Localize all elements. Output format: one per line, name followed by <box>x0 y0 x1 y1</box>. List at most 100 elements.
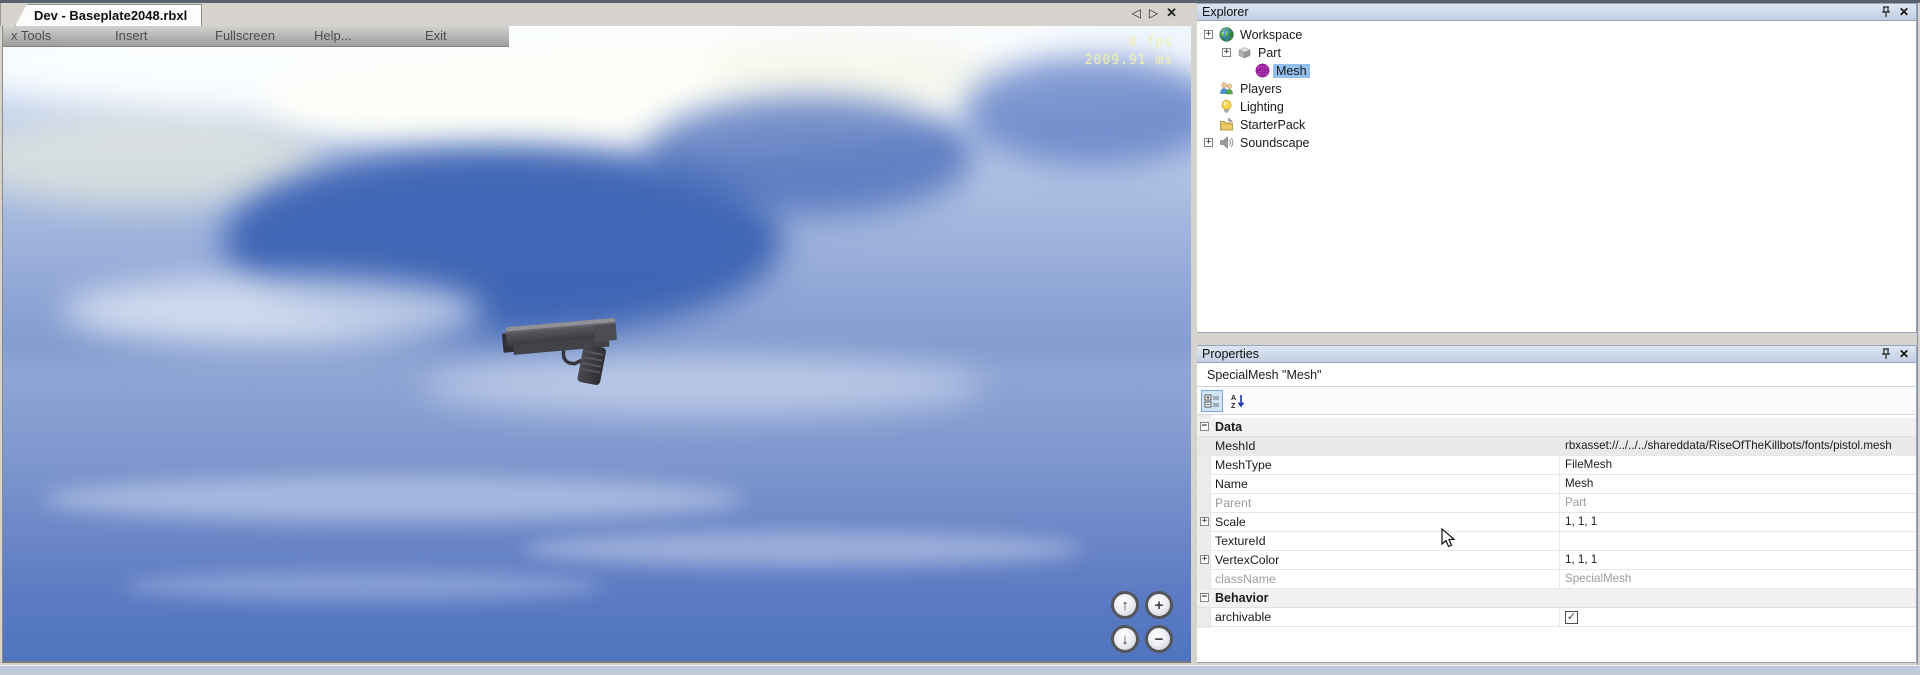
property-value[interactable]: 1, 1, 1 <box>1559 513 1915 532</box>
property-value[interactable]: Mesh <box>1559 475 1915 494</box>
property-name: archivable <box>1215 608 1557 627</box>
property-value[interactable]: FileMesh <box>1559 456 1915 475</box>
fps-counter: 0 fps <box>1085 34 1173 52</box>
close-icon[interactable]: ✕ <box>1897 6 1911 19</box>
expand-toggle-icon[interactable]: + <box>1204 30 1213 39</box>
property-value[interactable]: ✓ <box>1559 608 1915 627</box>
dark-sky-patch <box>963 56 1191 166</box>
cloud-streak <box>43 476 743 522</box>
pistol-mesh-model[interactable] <box>499 308 645 390</box>
workspace-icon <box>1219 27 1234 42</box>
tab-next-icon[interactable]: ▷ <box>1149 6 1158 20</box>
performance-readout: 0 fps 2009.91 ms <box>1085 34 1173 70</box>
tab-prev-icon[interactable]: ◁ <box>1132 6 1141 20</box>
document-tab-title: Dev - Baseplate2048.rbxl <box>34 8 187 23</box>
tree-item-mesh[interactable]: Mesh <box>1197 62 1916 80</box>
tree-item-label: Soundscape <box>1237 136 1313 150</box>
menu-item-help[interactable]: Help... <box>314 28 352 43</box>
property-row-meshid[interactable]: MeshIdrbxasset://../../../shareddata/Ris… <box>1197 437 1916 456</box>
tree-item-players[interactable]: Players <box>1197 80 1916 98</box>
properties-title: Properties <box>1202 347 1259 361</box>
collapse-toggle-icon[interactable]: − <box>1200 593 1209 602</box>
zoom-in-button[interactable]: + <box>1145 591 1173 619</box>
tree-item-label: Players <box>1237 82 1285 96</box>
explorer-tree: + Workspace + Part Mesh Players Lighting Starte… <box>1196 21 1917 333</box>
cloud-blob <box>63 276 483 346</box>
property-value[interactable]: Part <box>1559 494 1915 513</box>
document-tab[interactable]: Dev - Baseplate2048.rbxl <box>15 4 202 26</box>
property-row-scale[interactable]: + Scale1, 1, 1 <box>1197 513 1916 532</box>
property-row-vertexcolor[interactable]: + VertexColor1, 1, 1 <box>1197 551 1916 570</box>
property-name: className <box>1215 570 1557 589</box>
property-row-classname[interactable]: classNameSpecialMesh <box>1197 570 1916 589</box>
property-value[interactable] <box>1559 532 1915 551</box>
property-category-behavior[interactable]: −Behavior <box>1197 589 1916 608</box>
mesh-icon <box>1255 63 1270 78</box>
property-name: TextureId <box>1215 532 1557 551</box>
property-row-archivable[interactable]: archivable ✓ <box>1197 608 1916 627</box>
tree-item-label: Workspace <box>1237 28 1305 42</box>
tree-item-label: StarterPack <box>1237 118 1308 132</box>
menu-item-exit[interactable]: Exit <box>425 28 447 43</box>
svg-text:Z: Z <box>1231 403 1236 409</box>
property-category-data[interactable]: −Data <box>1197 418 1916 437</box>
property-row-parent[interactable]: ParentPart <box>1197 494 1916 513</box>
expand-toggle-icon[interactable]: + <box>1204 138 1213 147</box>
tab-navigation: ◁ ▷ ✕ <box>1132 5 1177 21</box>
lighting-icon <box>1219 99 1234 114</box>
explorer-panel-header: Explorer ✕ <box>1196 3 1917 21</box>
tilt-up-button[interactable]: ↑ <box>1111 591 1139 619</box>
expand-toggle-icon[interactable]: + <box>1200 517 1209 526</box>
menu-item-x-tools[interactable]: x Tools <box>11 28 51 43</box>
tree-item-workspace[interactable]: + Workspace <box>1197 26 1916 44</box>
property-row-textureid[interactable]: TextureId <box>1197 532 1916 551</box>
3d-viewport[interactable]: x Tools Insert Fullscreen Help... Exit 0 fps… <box>2 26 1191 663</box>
zoom-out-button[interactable]: − <box>1145 625 1173 653</box>
property-value[interactable]: SpecialMesh <box>1559 570 1915 589</box>
cloud-blob <box>703 36 1003 106</box>
panel-splitter[interactable] <box>1191 3 1197 665</box>
archivable-checkbox[interactable]: ✓ <box>1565 611 1578 624</box>
game-menu-bar: x Tools Insert Fullscreen Help... Exit <box>3 26 509 47</box>
part-icon <box>1237 45 1252 60</box>
document-tab-bar: Dev - Baseplate2048.rbxl ◁ ▷ ✕ <box>0 3 1191 26</box>
close-icon[interactable]: ✕ <box>1897 348 1911 361</box>
sort-alphabetical-button[interactable]: A Z <box>1227 390 1249 412</box>
svg-text:A: A <box>1231 395 1236 402</box>
property-name: Parent <box>1215 494 1557 513</box>
menu-item-insert[interactable]: Insert <box>115 28 148 43</box>
cloud-streak <box>123 571 603 601</box>
pin-icon[interactable] <box>1879 348 1893 361</box>
tree-item-label: Part <box>1255 46 1284 60</box>
categorized-view-button[interactable] <box>1201 390 1223 412</box>
latency-counter: 2009.91 ms <box>1085 52 1173 70</box>
tree-item-starterpack[interactable]: StarterPack <box>1197 116 1916 134</box>
mouse-cursor <box>1441 528 1457 550</box>
expand-toggle-icon[interactable]: + <box>1200 555 1209 564</box>
starterpack-icon <box>1219 117 1234 132</box>
properties-panel-header: Properties ✕ <box>1196 345 1917 363</box>
tab-close-icon[interactable]: ✕ <box>1166 5 1177 21</box>
dark-sky-patch <box>643 96 973 216</box>
property-row-meshtype[interactable]: MeshTypeFileMesh <box>1197 456 1916 475</box>
property-name: Scale <box>1215 513 1557 532</box>
collapse-toggle-icon[interactable]: − <box>1200 422 1209 431</box>
properties-toolbar: A Z <box>1196 387 1917 415</box>
cloud-streak <box>523 531 1083 567</box>
property-value[interactable]: 1, 1, 1 <box>1559 551 1915 570</box>
tree-item-lighting[interactable]: Lighting <box>1197 98 1916 116</box>
explorer-title: Explorer <box>1202 5 1249 19</box>
category-label: Behavior <box>1215 591 1269 605</box>
property-name: MeshId <box>1215 437 1557 456</box>
camera-controls: ↑+↓− <box>1111 591 1173 653</box>
tilt-down-button[interactable]: ↓ <box>1111 625 1139 653</box>
property-value[interactable]: rbxasset://../../../shareddata/RiseOfThe… <box>1559 437 1915 456</box>
tree-item-part[interactable]: + Part <box>1197 44 1916 62</box>
soundscape-icon <box>1219 135 1234 150</box>
expand-toggle-icon[interactable]: + <box>1222 48 1231 57</box>
pin-icon[interactable] <box>1879 6 1893 19</box>
menu-item-fullscreen[interactable]: Fullscreen <box>215 28 275 43</box>
property-name: VertexColor <box>1215 551 1557 570</box>
property-row-name[interactable]: NameMesh <box>1197 475 1916 494</box>
tree-item-soundscape[interactable]: + Soundscape <box>1197 134 1916 152</box>
